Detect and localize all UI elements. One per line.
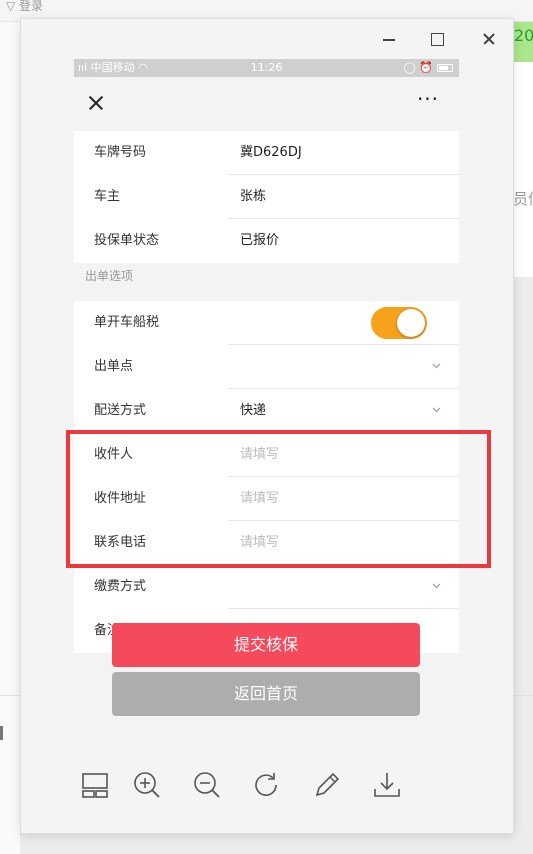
plate-label: 车牌号码 (94, 145, 147, 160)
address-input[interactable]: 请填写 (240, 477, 279, 521)
phone-label: 联系电话 (94, 535, 147, 550)
phone-screenshot: ııl 中国移动 ◠ 11:26 ◯ ⏰ ··· 车牌号码 冀D626DJ 车主… (74, 59, 459, 741)
image-viewer-window: ııl 中国移动 ◠ 11:26 ◯ ⏰ ··· 车牌号码 冀D626DJ 车主… (20, 18, 514, 834)
form-row-delivery[interactable]: 配送方式 快递 (74, 389, 459, 433)
form-row-outlet[interactable]: 出单点 (74, 345, 459, 389)
maximize-icon[interactable] (425, 27, 449, 51)
address-label: 收件地址 (94, 491, 147, 506)
plate-value: 冀D626DJ (240, 145, 302, 160)
background-left-panel (0, 22, 20, 854)
status-value: 已报价 (240, 233, 280, 248)
battery-icon (437, 64, 453, 72)
minimize-icon[interactable] (377, 27, 401, 51)
form-row-recipient: 收件人 请填写 (74, 433, 459, 477)
form-row-status: 投保单状态 已报价 (74, 219, 459, 263)
form-row-owner: 车主 张栋 (74, 175, 459, 219)
section-title-issue-options: 出单选项 (85, 269, 134, 283)
outlet-label: 出单点 (94, 359, 134, 374)
background-green-badge: 20 (513, 22, 533, 62)
form-row-plate: 车牌号码 冀D626DJ (74, 131, 459, 175)
chevron-down-icon (432, 361, 441, 370)
phone-nav-bar: ··· (74, 77, 459, 131)
recipient-input[interactable]: 请填写 (240, 433, 279, 477)
viewer-toolbar (21, 759, 515, 815)
more-menu-icon[interactable]: ··· (416, 89, 440, 113)
zoom-out-icon[interactable] (191, 769, 223, 801)
edit-pencil-icon[interactable] (311, 769, 343, 801)
chevron-down-icon (432, 581, 441, 590)
zoom-in-icon[interactable] (131, 769, 163, 801)
phone-input[interactable]: 请填写 (240, 521, 279, 565)
close-icon[interactable] (477, 27, 501, 51)
status-icons: ◯ ⏰ (403, 61, 433, 74)
thumbnail-layout-icon[interactable] (79, 769, 111, 801)
form-row-address: 收件地址 请填写 (74, 477, 459, 521)
status-label: 投保单状态 (94, 233, 160, 248)
owner-label: 车主 (94, 189, 121, 204)
form-row-phone: 联系电话 请填写 (74, 521, 459, 565)
phone-status-bar: ııl 中国移动 ◠ 11:26 ◯ ⏰ (74, 59, 459, 77)
recipient-label: 收件人 (94, 447, 134, 462)
rotate-icon[interactable] (251, 769, 283, 801)
vehicle-tax-label: 单开车船税 (94, 315, 160, 330)
chevron-down-icon (432, 405, 441, 414)
delivery-label: 配送方式 (94, 403, 147, 418)
status-time: 11:26 (250, 61, 283, 74)
submit-underwriting-button[interactable]: 提交核保 (112, 623, 420, 667)
back-home-button[interactable]: 返回首页 (112, 672, 420, 716)
download-icon[interactable] (371, 769, 403, 801)
vehicle-tax-toggle[interactable] (371, 307, 427, 339)
form-row-payment[interactable]: 缴费方式 (74, 565, 459, 609)
background-left-mark (0, 726, 3, 740)
payment-label: 缴费方式 (94, 579, 147, 594)
background-right-text: 员信 (513, 190, 533, 208)
close-icon[interactable] (86, 93, 106, 113)
form-row-vehicle-tax: 单开车船税 (74, 301, 459, 345)
background-topbar-text: ▽ 登录 (6, 0, 44, 13)
owner-value: 张栋 (240, 189, 267, 204)
delivery-select[interactable]: 快递 (240, 389, 266, 433)
toggle-knob (397, 309, 425, 337)
